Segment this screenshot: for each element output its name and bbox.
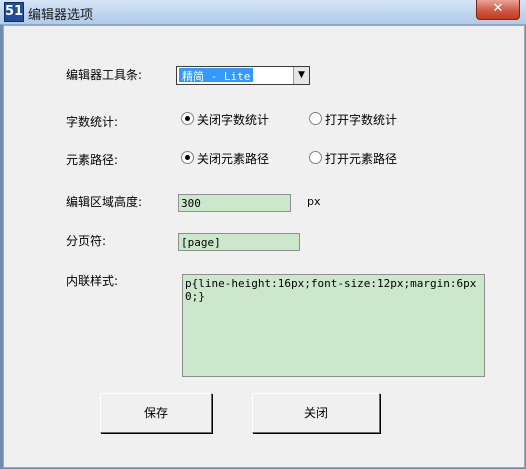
dialog-body: 编辑器工具条: 精简 - Lite ▼ 字数统计: 关闭字数统计 打开字数统计 … <box>3 25 525 468</box>
elementpath-on-label[interactable]: 打开元素路径 <box>325 150 397 167</box>
save-button[interactable]: 保存 <box>100 393 212 433</box>
elementpath-label: 元素路径: <box>66 153 119 167</box>
height-input[interactable]: 300 <box>178 194 291 212</box>
elementpath-off-radio[interactable] <box>181 151 194 164</box>
wordcount-on-label[interactable]: 打开字数统计 <box>325 111 397 128</box>
app-icon: 51 <box>4 2 24 22</box>
height-unit: px <box>307 195 321 208</box>
wordcount-off-radio[interactable] <box>181 112 194 125</box>
chevron-down-icon[interactable]: ▼ <box>293 67 309 84</box>
inline-style-label: 内联样式: <box>66 274 119 288</box>
close-window-button[interactable]: ✕ <box>476 0 520 20</box>
close-icon: ✕ <box>492 1 504 16</box>
pagebreak-label: 分页符: <box>66 234 107 248</box>
elementpath-off-label[interactable]: 关闭元素路径 <box>197 150 269 167</box>
toolbar-label: 编辑器工具条: <box>66 68 143 82</box>
dialog-window: 51 编辑器选项 ✕ 编辑器工具条: 精简 - Lite ▼ 字数统计: 关闭字… <box>0 0 526 469</box>
wordcount-off-label[interactable]: 关闭字数统计 <box>197 111 269 128</box>
title-bar[interactable]: 51 编辑器选项 ✕ <box>0 0 526 25</box>
pagebreak-input[interactable]: [page] <box>178 233 300 251</box>
elementpath-on-radio[interactable] <box>309 151 322 164</box>
toolbar-select-value: 精简 - Lite <box>177 67 255 83</box>
wordcount-label: 字数统计: <box>66 115 119 129</box>
wordcount-on-radio[interactable] <box>309 112 322 125</box>
height-label: 编辑区域高度: <box>66 195 143 209</box>
close-button[interactable]: 关闭 <box>252 393 380 433</box>
inline-style-textarea[interactable]: p{line-height:16px;font-size:12px;margin… <box>182 274 485 377</box>
toolbar-select[interactable]: 精简 - Lite ▼ <box>176 66 310 85</box>
window-title: 编辑器选项 <box>28 8 94 23</box>
